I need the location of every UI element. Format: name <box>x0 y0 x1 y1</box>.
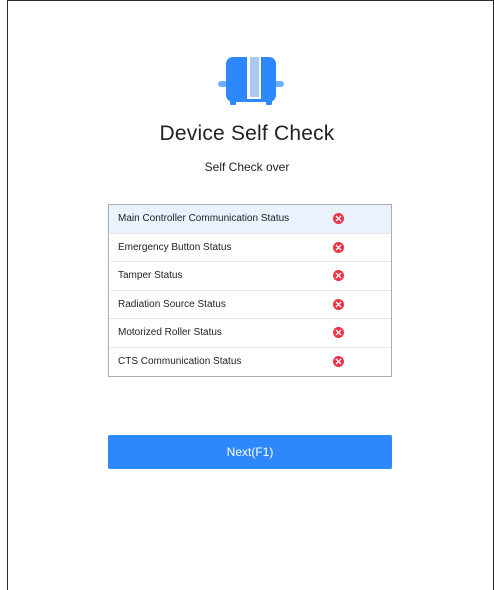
status-row-radiation-source[interactable]: Radiation Source Status <box>109 291 391 319</box>
status-list: Main Controller Communication Status Eme… <box>108 204 392 377</box>
next-button[interactable]: Next(F1) <box>108 435 392 469</box>
error-icon <box>333 213 344 225</box>
status-label: Main Controller Communication Status <box>118 213 290 225</box>
error-icon <box>333 270 344 282</box>
status-label: Emergency Button Status <box>118 241 232 253</box>
status-label: Radiation Source Status <box>118 298 226 310</box>
page-title: Device Self Check <box>159 122 335 145</box>
error-icon <box>333 327 344 339</box>
error-icon <box>333 356 344 368</box>
status-label: Motorized Roller Status <box>118 327 222 339</box>
page-subtitle: Self Check over <box>204 160 290 174</box>
status-row-motorized-roller[interactable]: Motorized Roller Status <box>109 319 391 348</box>
status-row-tamper[interactable]: Tamper Status <box>109 262 391 291</box>
status-row-cts-communication[interactable]: CTS Communication Status <box>109 348 391 377</box>
status-label: Tamper Status <box>118 270 183 282</box>
error-icon <box>333 298 344 310</box>
status-row-emergency-button[interactable]: Emergency Button Status <box>109 234 391 262</box>
error-icon <box>333 241 344 253</box>
status-row-main-controller[interactable]: Main Controller Communication Status <box>109 205 391 234</box>
status-label: CTS Communication Status <box>118 356 242 368</box>
device-icon <box>218 55 284 107</box>
